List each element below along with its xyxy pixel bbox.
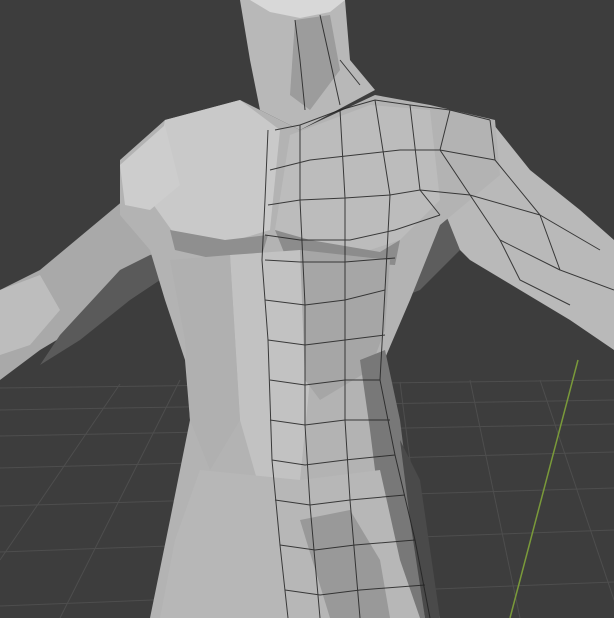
mesh-body[interactable]: [0, 0, 614, 618]
3d-viewport[interactable]: [0, 0, 614, 618]
viewport-canvas[interactable]: [0, 0, 614, 618]
